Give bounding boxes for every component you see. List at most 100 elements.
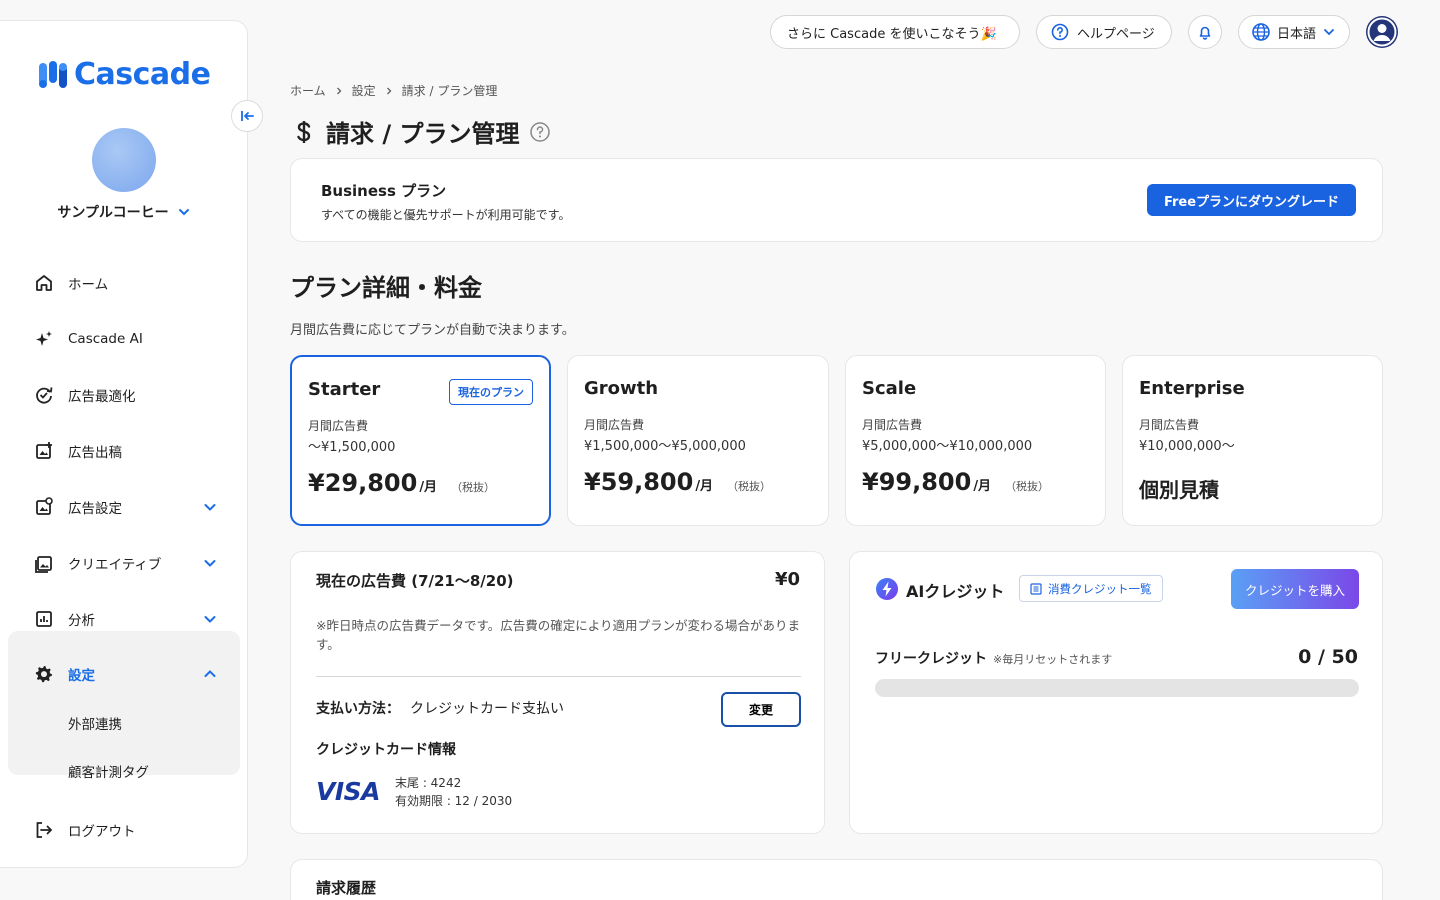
free-credit-usage: 0 / 50 xyxy=(1298,646,1358,668)
logo[interactable]: Cascade xyxy=(38,57,211,92)
plan-spend-label: 月間広告費 xyxy=(1139,418,1200,432)
plan-price-unit: /月 xyxy=(695,479,714,494)
dollar-icon xyxy=(297,120,311,143)
sidebar-item-ad-optimization[interactable]: 広告最適化 xyxy=(32,377,218,413)
credit-history-label: 消費クレジット一覧 xyxy=(1048,581,1152,596)
sidebar-collapse-button[interactable] xyxy=(231,100,263,132)
logo-text: Cascade xyxy=(74,57,211,92)
plan-range: ¥5,000,000〜¥10,000,000 xyxy=(862,439,1033,454)
payment-method-label: 支払い方法： xyxy=(316,701,400,717)
chevron-down-icon xyxy=(1324,29,1334,36)
plan-price-tax: （税抜） xyxy=(727,480,772,493)
account-name: サンプルコーヒー xyxy=(57,205,169,221)
sidebar-item-label: 設定 xyxy=(68,668,95,684)
list-icon xyxy=(1030,582,1042,595)
globe-icon xyxy=(1252,23,1270,41)
buy-credits-button[interactable]: クレジットを購入 xyxy=(1231,569,1359,609)
sidebar-item-ad-settings[interactable]: 広告設定 xyxy=(32,489,218,525)
sidebar-item-ad-publish[interactable]: 広告出稿 xyxy=(32,433,218,469)
sparkle-icon xyxy=(36,331,52,346)
chevron-up-icon xyxy=(204,670,216,677)
chevron-down-icon xyxy=(204,616,216,623)
current-plan-desc: すべての機能と優先サポートが利用可能です。 xyxy=(321,208,571,222)
credit-progress-bar xyxy=(875,679,1359,697)
change-payment-button[interactable]: 変更 xyxy=(721,692,801,727)
plan-range: ¥1,500,000〜¥5,000,000 xyxy=(584,439,746,454)
notifications-button[interactable] xyxy=(1188,15,1222,49)
lightning-icon xyxy=(876,578,898,600)
plan-price: ¥29,800 /月 （税抜） xyxy=(308,469,495,497)
plan-spend-label: 月間広告費 xyxy=(308,419,369,433)
plan-name: Scale xyxy=(862,378,917,399)
logout-icon xyxy=(36,822,53,838)
sidebar-item-label: 広告最適化 xyxy=(68,389,136,405)
plan-card-growth[interactable]: Growth 月間広告費 ¥1,500,000〜¥5,000,000 ¥59,8… xyxy=(567,355,829,526)
chevron-right-icon xyxy=(386,87,392,94)
billing-history-card: 請求履歴 xyxy=(290,859,1383,900)
chevron-down-icon xyxy=(178,209,189,216)
sidebar-subitem-integrations[interactable]: 外部連携 xyxy=(68,713,122,733)
sidebar-item-creative[interactable]: クリエイティブ xyxy=(32,545,218,581)
ad-settings-icon xyxy=(36,497,53,515)
plans-section-title: プラン詳細・料金 xyxy=(290,274,482,302)
sidebar-item-settings[interactable]: 設定 xyxy=(32,656,218,692)
help-button[interactable]: ヘルプページ xyxy=(1036,15,1172,49)
free-credit-row: フリークレジット ※毎月リセットされます xyxy=(875,648,1112,668)
sidebar-subitem-tracking-tag[interactable]: 顧客計測タグ xyxy=(68,761,149,781)
ad-publish-icon xyxy=(36,442,52,459)
plans-section-desc: 月間広告費に応じてプランが自動で決まります。 xyxy=(290,323,575,338)
plan-card-enterprise[interactable]: Enterprise 月間広告費 ¥10,000,000〜 個別見積 xyxy=(1122,355,1383,526)
plan-price: 個別見積 xyxy=(1139,474,1219,503)
help-circle-icon xyxy=(1051,23,1069,41)
current-plan-card: Business プラン すべての機能と優先サポートが利用可能です。 Freeプ… xyxy=(290,158,1383,242)
plan-price-tax: （税抜） xyxy=(451,481,496,494)
breadcrumb-settings[interactable]: 設定 xyxy=(352,82,376,99)
chevron-right-icon xyxy=(336,87,342,94)
sidebar-item-label: 広告出稿 xyxy=(68,445,122,461)
plan-price-value: ¥99,800 xyxy=(862,468,972,496)
plan-spend-label: 月間広告費 xyxy=(584,418,645,432)
divider xyxy=(316,676,801,677)
account-switcher[interactable]: サンプルコーヒー xyxy=(0,202,248,222)
free-credit-note: ※毎月リセットされます xyxy=(993,653,1113,666)
language-select[interactable]: 日本語 xyxy=(1238,15,1350,49)
logout-button[interactable]: ログアウト xyxy=(32,812,218,848)
user-avatar-button[interactable] xyxy=(1366,16,1398,48)
plan-price-unit: /月 xyxy=(973,479,992,494)
plan-name: Growth xyxy=(584,378,659,399)
sidebar-item-cascade-ai[interactable]: Cascade AI xyxy=(32,321,218,357)
chevron-down-icon xyxy=(204,504,216,511)
downgrade-button[interactable]: Freeプランにダウングレード xyxy=(1147,184,1356,216)
ad-spend-title: 現在の広告費 (7/21〜8/20) xyxy=(316,572,514,590)
help-label: ヘルプページ xyxy=(1077,26,1155,42)
plan-price: ¥59,800 /月 （税抜） xyxy=(584,468,771,496)
plan-name: Starter xyxy=(308,379,381,400)
image-icon xyxy=(35,556,52,573)
promo-button[interactable]: さらに Cascade を使いこなそう🎉 xyxy=(770,15,1020,49)
account-avatar xyxy=(92,128,156,192)
card-expiry: 有効期限 : 12 / 2030 xyxy=(395,794,513,808)
plan-card-starter[interactable]: Starter 現在のプラン 月間広告費 〜¥1,500,000 ¥29,800… xyxy=(290,355,551,526)
sidebar-item-label: 分析 xyxy=(68,613,95,629)
current-plan-badge: 現在のプラン xyxy=(449,379,533,405)
plan-name: Enterprise xyxy=(1139,378,1245,399)
bell-icon xyxy=(1199,26,1211,40)
plan-range: 〜¥1,500,000 xyxy=(308,440,396,455)
collapse-left-icon xyxy=(241,111,254,121)
sidebar-item-label: Cascade AI xyxy=(68,331,143,347)
plan-card-scale[interactable]: Scale 月間広告費 ¥5,000,000〜¥10,000,000 ¥99,8… xyxy=(845,355,1106,526)
free-credit-label: フリークレジット xyxy=(875,651,987,667)
breadcrumb-home[interactable]: ホーム xyxy=(290,82,326,99)
sidebar-item-home[interactable]: ホーム xyxy=(32,265,218,301)
help-circle-icon[interactable] xyxy=(529,121,551,143)
current-plan-name: Business プラン xyxy=(321,182,447,200)
plan-price-value: ¥29,800 xyxy=(308,469,418,497)
logo-mark-icon xyxy=(39,60,67,88)
credit-history-button[interactable]: 消費クレジット一覧 xyxy=(1019,575,1163,602)
gear-icon xyxy=(35,666,52,683)
chart-icon xyxy=(36,611,52,627)
ad-spend-amount: ¥0 xyxy=(774,569,800,590)
ai-credit-card: AIクレジット 消費クレジット一覧 クレジットを購入 フリークレジット ※毎月リ… xyxy=(849,551,1383,834)
breadcrumb-current: 請求 / プラン管理 xyxy=(401,84,498,98)
ad-spend-card: 現在の広告費 (7/21〜8/20) ¥0 ※昨日時点の広告費データです。広告費… xyxy=(290,551,825,834)
